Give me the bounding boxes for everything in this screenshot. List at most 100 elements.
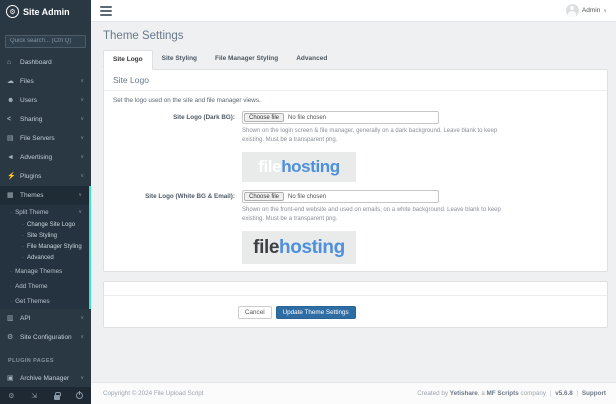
sidebar-item-label: Users xyxy=(20,97,80,104)
vendor-link[interactable]: Yetishare xyxy=(450,390,478,397)
cloud-upload-icon xyxy=(7,77,18,85)
sidebar: Site Admin Dashboard Files ∨ Users ∨ Sha… xyxy=(0,0,91,404)
main-content: Theme Settings Site Logo Site Styling Fi… xyxy=(91,22,616,382)
sidebar-item-change-site-logo[interactable]: Change Site Logo xyxy=(0,220,89,231)
tab-bar: Site Logo Site Styling File Manager Styl… xyxy=(103,50,608,69)
sidebar-item-label: Get Themes xyxy=(15,298,82,305)
gear-icon xyxy=(7,333,18,341)
user-label: Admin xyxy=(582,7,600,14)
brand[interactable]: Site Admin xyxy=(0,0,91,23)
logo-text-hosting: hosting xyxy=(281,157,340,177)
company-suffix-text: company xyxy=(521,390,547,397)
separator: | xyxy=(550,390,552,397)
site-admin-logo-icon xyxy=(6,5,19,18)
choose-file-button[interactable]: Choose file xyxy=(244,113,284,122)
version-text: v5.6.8 xyxy=(555,390,573,397)
database-icon xyxy=(7,314,18,322)
themes-expanded-group: Themes ∨ Split Theme ∨ Change Site Logo … xyxy=(0,186,91,309)
sidebar-item-label: Change Site Logo xyxy=(27,222,82,228)
support-link[interactable]: Support xyxy=(582,390,606,397)
sidebar-item-label: Themes xyxy=(20,192,78,199)
field-control: Choose file No file chosen Shown on the … xyxy=(242,111,520,182)
field-label: Site Logo (Dark BG): xyxy=(113,111,235,182)
sidebar-toolbar: ⚙ ⇲ xyxy=(0,387,91,404)
chevron-down-icon: ∨ xyxy=(80,315,84,321)
chevron-down-icon: ∨ xyxy=(80,154,84,160)
chevron-down-icon: ∨ xyxy=(78,192,82,198)
sidebar-item-label: Site Configuration xyxy=(20,334,80,341)
power-icon[interactable] xyxy=(74,390,86,402)
image-icon xyxy=(7,191,18,199)
sidebar-item-dashboard[interactable]: Dashboard xyxy=(0,53,91,72)
plug-icon xyxy=(7,172,18,180)
sidebar-item-themes[interactable]: Themes ∨ xyxy=(0,186,89,205)
sidebar-item-add-theme[interactable]: Add Theme xyxy=(0,279,89,294)
field-control: Choose file No file chosen Shown on the … xyxy=(242,190,520,264)
dark-bg-logo-preview: filehosting xyxy=(242,152,356,182)
sidebar-item-api[interactable]: API ∨ xyxy=(0,309,91,328)
chevron-down-icon: ∨ xyxy=(80,116,84,122)
sidebar-item-file-servers[interactable]: File Servers ∨ xyxy=(0,129,91,148)
sidebar-item-file-manager-styling[interactable]: File Manager Styling xyxy=(0,242,89,253)
sidebar-item-site-configuration[interactable]: Site Configuration ∨ xyxy=(0,328,91,347)
sidebar-item-label: Split Theme xyxy=(15,209,78,216)
sidebar-item-label: API xyxy=(20,315,80,322)
button-row: Cancel Update Theme Settings xyxy=(104,296,607,319)
sidebar-item-advertising[interactable]: Advertising ∨ xyxy=(0,148,91,167)
cancel-button[interactable]: Cancel xyxy=(238,306,272,319)
company-link[interactable]: MF Scripts xyxy=(487,390,519,397)
users-icon xyxy=(7,97,18,104)
settings-icon[interactable]: ⚙ xyxy=(5,390,17,402)
avatar xyxy=(566,4,579,17)
sidebar-item-label: Manage Themes xyxy=(15,268,82,275)
fullscreen-icon[interactable]: ⇲ xyxy=(28,390,40,402)
field-label: Site Logo (White BG & Email): xyxy=(113,190,235,264)
created-by-text: Created by xyxy=(417,390,448,397)
sidebar-item-get-themes[interactable]: Get Themes xyxy=(0,294,89,309)
sidebar-item-advanced[interactable]: Advanced xyxy=(0,253,89,264)
white-bg-logo-preview: filehosting xyxy=(242,231,356,264)
sidebar-item-label: Sharing xyxy=(20,116,80,123)
sidebar-item-label: Archive Manager xyxy=(20,375,80,382)
megaphone-icon xyxy=(7,154,18,161)
sidebar-item-label: Files xyxy=(20,78,80,85)
dark-bg-file-input[interactable]: Choose file No file chosen xyxy=(242,111,439,124)
panel-heading: Site Logo xyxy=(104,70,607,91)
user-menu[interactable]: Admin ∨ xyxy=(566,4,607,17)
home-icon xyxy=(7,59,18,66)
quick-search-input[interactable] xyxy=(5,35,86,48)
update-theme-settings-button[interactable]: Update Theme Settings xyxy=(276,306,356,319)
field-help-text: Shown on the login screen & file manager… xyxy=(242,127,520,145)
sidebar-item-sharing[interactable]: Sharing ∨ xyxy=(0,110,91,129)
chevron-down-icon: ∨ xyxy=(80,334,84,340)
server-icon xyxy=(7,134,18,142)
chevron-down-icon: ∨ xyxy=(603,8,607,14)
sidebar-item-users[interactable]: Users ∨ xyxy=(0,91,91,110)
lock-icon[interactable] xyxy=(51,390,63,402)
sidebar-item-archive-manager[interactable]: Archive Manager ∨ xyxy=(0,369,91,388)
file-status-text: No file chosen xyxy=(288,115,326,121)
separator: | xyxy=(576,390,578,397)
sidebar-menu: Dashboard Files ∨ Users ∨ Sharing ∨ File… xyxy=(0,53,91,394)
sidebar-item-label: File Manager Styling xyxy=(27,244,82,250)
copyright-text: Copyright © 2024 File Upload Script xyxy=(103,390,204,397)
chevron-down-icon: ∨ xyxy=(80,78,84,84)
sidebar-item-manage-themes[interactable]: Manage Themes xyxy=(0,264,89,279)
chevron-down-icon: ∨ xyxy=(78,209,82,215)
tab-advanced[interactable]: Advanced xyxy=(287,50,336,69)
tab-file-manager-styling[interactable]: File Manager Styling xyxy=(206,50,287,69)
chevron-down-icon: ∨ xyxy=(80,135,84,141)
menu-toggle-button[interactable] xyxy=(100,4,112,18)
sidebar-item-label: Site Styling xyxy=(27,233,82,239)
sidebar-item-plugins[interactable]: Plugins ∨ xyxy=(0,167,91,186)
actions-panel: Cancel Update Theme Settings xyxy=(103,281,608,328)
sidebar-item-split-theme[interactable]: Split Theme ∨ xyxy=(0,205,89,220)
tab-site-styling[interactable]: Site Styling xyxy=(153,50,206,69)
panel-description: Set the logo used on the site and file m… xyxy=(113,97,598,104)
sidebar-item-files[interactable]: Files ∨ xyxy=(0,72,91,91)
sidebar-item-site-styling[interactable]: Site Styling xyxy=(0,231,89,242)
choose-file-button[interactable]: Choose file xyxy=(244,192,284,201)
logo-text-hosting: hosting xyxy=(279,237,345,259)
tab-site-logo[interactable]: Site Logo xyxy=(103,50,153,70)
white-bg-file-input[interactable]: Choose file No file chosen xyxy=(242,190,439,203)
